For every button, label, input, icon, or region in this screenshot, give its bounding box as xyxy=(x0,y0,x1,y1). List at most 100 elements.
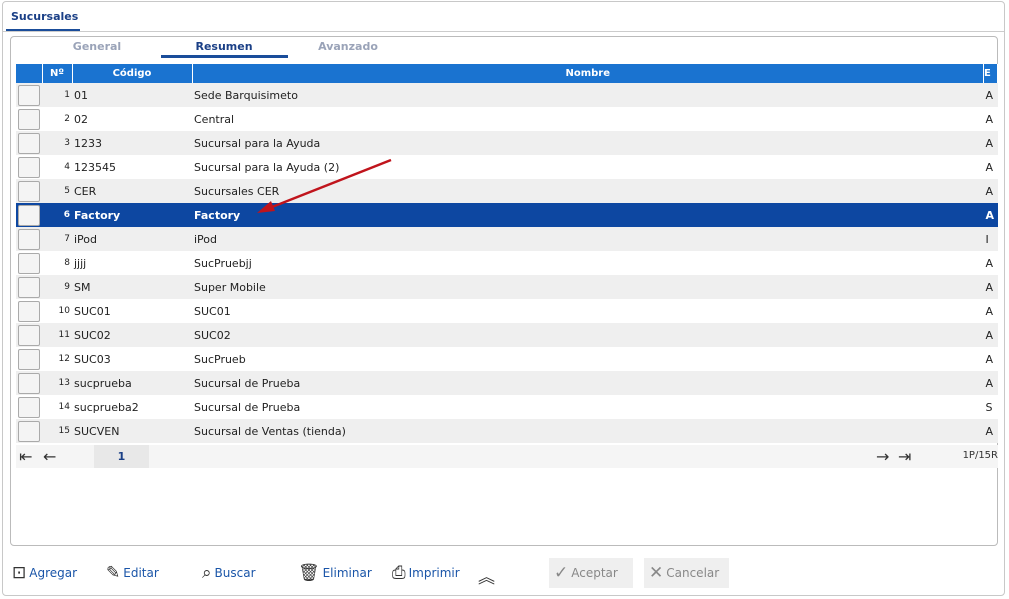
table-row[interactable]: 15 SUCVEN Sucursal de Ventas (tienda) A xyxy=(16,419,998,443)
table-row[interactable]: 9 SM Super Mobile A xyxy=(16,275,998,299)
row-select[interactable] xyxy=(16,323,42,347)
cell-codigo: CER xyxy=(72,179,192,203)
row-select[interactable] xyxy=(16,179,42,203)
row-number: 3 xyxy=(42,131,72,155)
accept-button[interactable]: ✓ Aceptar xyxy=(549,558,633,588)
table-row[interactable]: 11 SUC02 SUC02 A xyxy=(16,323,998,347)
prev-page-icon[interactable]: ← xyxy=(43,447,56,466)
row-checkbox[interactable] xyxy=(18,180,40,202)
tab-general[interactable]: General xyxy=(34,40,160,53)
cell-nombre: SUC01 xyxy=(192,299,984,323)
cell-estado: S xyxy=(983,395,998,419)
row-select[interactable] xyxy=(16,227,42,251)
cell-estado: A xyxy=(983,419,998,443)
last-page-icon[interactable]: ⇥ xyxy=(898,447,911,466)
pager: ⇤ ← 1 → ⇥ 1P/15R xyxy=(16,445,998,468)
print-button[interactable]: ⎙ Imprimir xyxy=(392,563,460,583)
table-row[interactable]: 5 CER Sucursales CER A xyxy=(16,179,998,203)
cell-nombre: SucPruebjj xyxy=(192,251,984,275)
row-select[interactable] xyxy=(16,299,42,323)
row-checkbox[interactable] xyxy=(18,156,40,178)
table-row[interactable]: 8 jjjj SucPruebjj A xyxy=(16,251,998,275)
current-page[interactable]: 1 xyxy=(94,445,149,468)
table-row[interactable]: 3 1233 Sucursal para la Ayuda A xyxy=(16,131,998,155)
cell-nombre: Sucursal de Prueba xyxy=(192,371,984,395)
cell-nombre: iPod xyxy=(192,227,984,251)
row-checkbox[interactable] xyxy=(18,420,40,442)
search-icon: ⌕ xyxy=(202,563,212,583)
table-row[interactable]: 2 02 Central A xyxy=(16,107,998,131)
row-select[interactable] xyxy=(16,371,42,395)
column-header-codigo[interactable]: Código xyxy=(72,64,193,83)
row-checkbox[interactable] xyxy=(18,348,40,370)
row-select[interactable] xyxy=(16,395,42,419)
row-number: 15 xyxy=(42,419,72,443)
column-header-nombre[interactable]: Nombre xyxy=(192,64,984,83)
table-row[interactable]: 1 01 Sede Barquisimeto A xyxy=(16,83,998,107)
collapse-button[interactable]: ︽ xyxy=(478,563,495,588)
table-row[interactable]: 14 sucprueba2 Sucursal de Prueba S xyxy=(16,395,998,419)
tab-sucursales[interactable]: Sucursales xyxy=(7,10,82,23)
cell-estado: A xyxy=(983,131,998,155)
row-select[interactable] xyxy=(16,275,42,299)
row-checkbox[interactable] xyxy=(18,84,40,106)
cell-estado: A xyxy=(983,323,998,347)
table-row[interactable]: 10 SUC01 SUC01 A xyxy=(16,299,998,323)
check-icon: ✓ xyxy=(554,563,569,583)
search-button[interactable]: ⌕ Buscar xyxy=(202,563,256,583)
cell-codigo: sucprueba xyxy=(72,371,192,395)
cancel-button[interactable]: ✕ Cancelar xyxy=(644,558,729,588)
tab-avanzado[interactable]: Avanzado xyxy=(285,40,411,53)
add-button[interactable]: ⊡ Agregar xyxy=(12,563,77,583)
row-number: 9 xyxy=(42,275,72,299)
row-checkbox[interactable] xyxy=(18,108,40,130)
table-row[interactable]: 4 123545 Sucursal para la Ayuda (2) A xyxy=(16,155,998,179)
cell-nombre: Sucursal para la Ayuda xyxy=(192,131,984,155)
edit-icon: ✎ xyxy=(106,563,121,583)
row-select[interactable] xyxy=(16,83,42,107)
row-checkbox[interactable] xyxy=(18,252,40,274)
row-select[interactable] xyxy=(16,251,42,275)
x-icon: ✕ xyxy=(649,563,664,583)
cell-estado: A xyxy=(983,275,998,299)
column-header-e[interactable]: E xyxy=(983,64,998,83)
row-checkbox[interactable] xyxy=(18,132,40,154)
row-select[interactable] xyxy=(16,419,42,443)
trash-icon: 🗑 xyxy=(298,563,320,583)
row-checkbox[interactable] xyxy=(18,372,40,394)
cell-codigo: iPod xyxy=(72,227,192,251)
cell-codigo: 01 xyxy=(72,83,192,107)
table-row[interactable]: 6 Factory Factory A xyxy=(16,203,998,227)
cell-estado: A xyxy=(983,203,998,227)
content-panel: General Resumen Avanzado Nº Código Nombr… xyxy=(10,36,998,546)
row-checkbox[interactable] xyxy=(18,324,40,346)
cell-nombre: SUC02 xyxy=(192,323,984,347)
row-select[interactable] xyxy=(16,131,42,155)
column-header-num[interactable]: Nº xyxy=(42,64,73,83)
tab-resumen[interactable]: Resumen xyxy=(161,40,287,53)
first-page-icon[interactable]: ⇤ xyxy=(19,447,32,466)
cell-estado: A xyxy=(983,347,998,371)
edit-button[interactable]: ✎ Editar xyxy=(106,563,159,583)
row-select[interactable] xyxy=(16,107,42,131)
row-checkbox[interactable] xyxy=(18,396,40,418)
delete-button[interactable]: 🗑 Eliminar xyxy=(298,563,372,583)
table-row[interactable]: 12 SUC03 SucPrueb A xyxy=(16,347,998,371)
row-select[interactable] xyxy=(16,203,42,227)
cell-codigo: SUC02 xyxy=(72,323,192,347)
row-number: 4 xyxy=(42,155,72,179)
table-row[interactable]: 13 sucprueba Sucursal de Prueba A xyxy=(16,371,998,395)
row-checkbox[interactable] xyxy=(18,204,40,226)
table-row[interactable]: 7 iPod iPod I xyxy=(16,227,998,251)
cell-estado: A xyxy=(983,155,998,179)
cell-nombre: Sede Barquisimeto xyxy=(192,83,984,107)
row-select[interactable] xyxy=(16,347,42,371)
row-checkbox[interactable] xyxy=(18,228,40,250)
row-select[interactable] xyxy=(16,155,42,179)
cell-codigo: 123545 xyxy=(72,155,192,179)
next-page-icon[interactable]: → xyxy=(876,447,889,466)
cell-nombre: Sucursal de Prueba xyxy=(192,395,984,419)
row-number: 13 xyxy=(42,371,72,395)
row-checkbox[interactable] xyxy=(18,276,40,298)
row-checkbox[interactable] xyxy=(18,300,40,322)
